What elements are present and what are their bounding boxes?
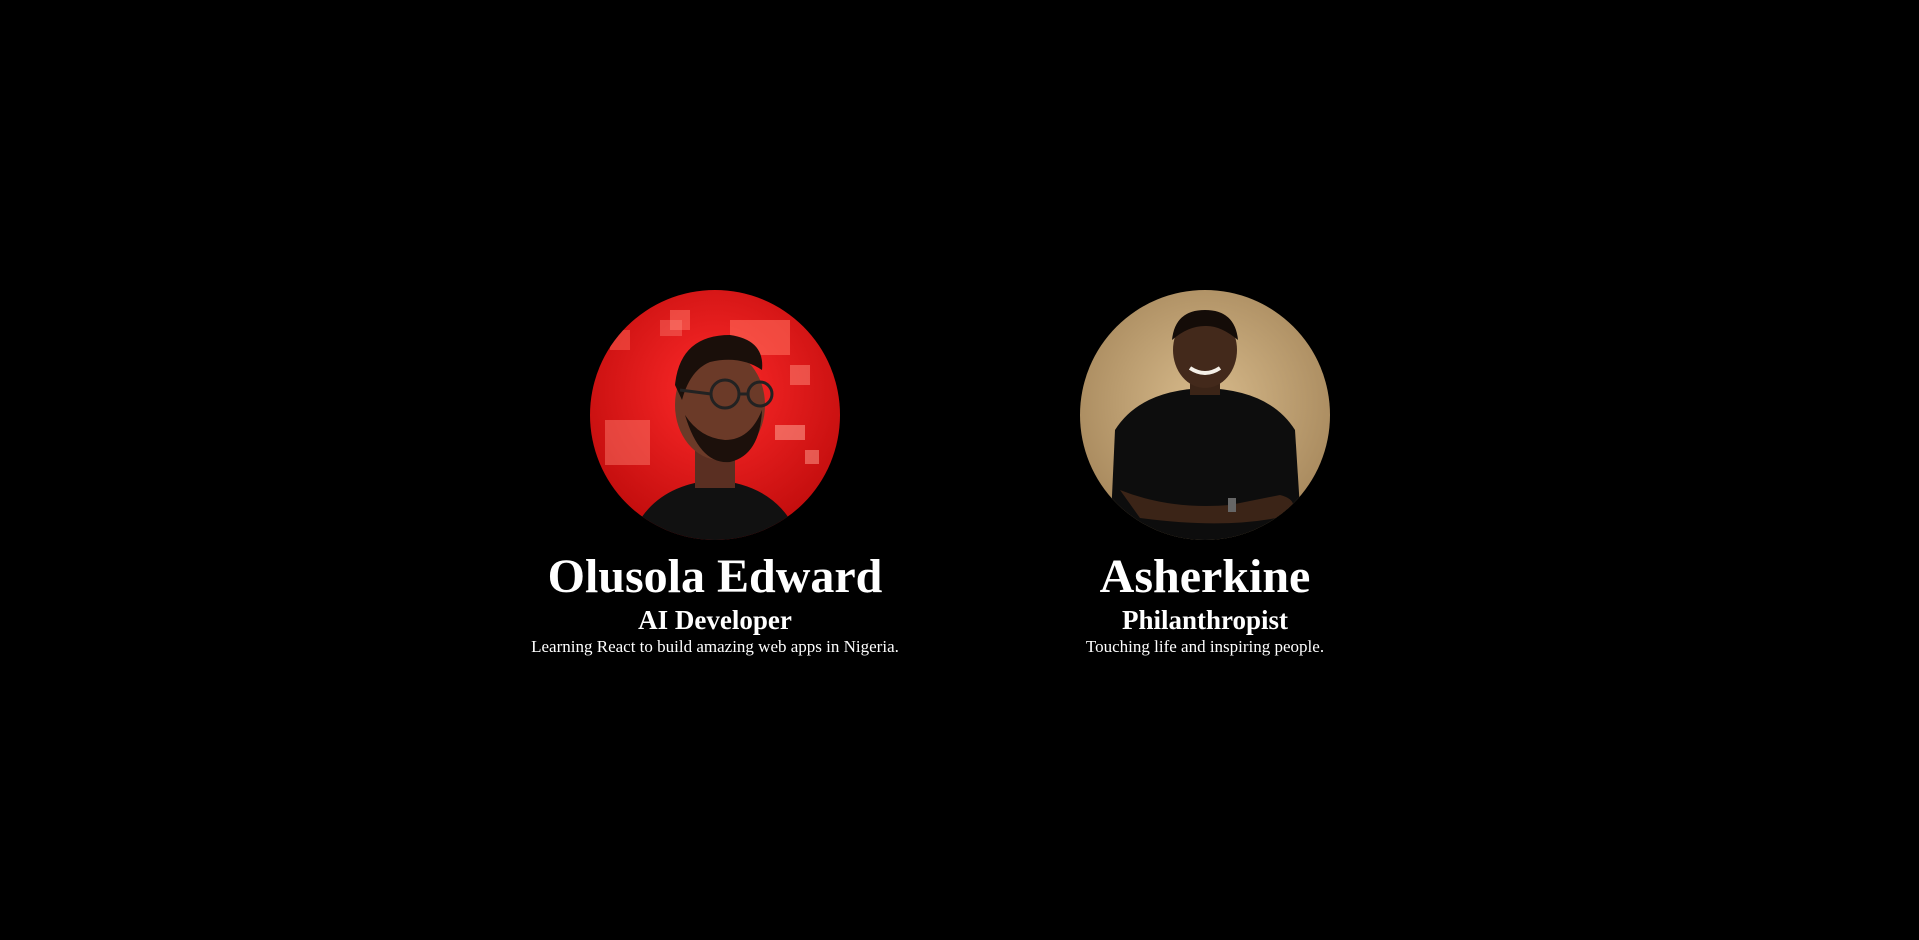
profile-bio: Learning React to build amazing web apps…: [531, 637, 899, 656]
avatar: [1080, 290, 1330, 540]
profile-name: Asherkine: [1099, 550, 1311, 603]
person-photo-icon: [590, 290, 840, 540]
profile-card-olusola: Olusola Edward AI Developer Learning Rea…: [505, 290, 925, 658]
person-photo-icon: [1080, 290, 1330, 540]
profile-bio: Touching life and inspiring people.: [1085, 637, 1325, 656]
profile-card-asherkine: Asherkine Philanthropist Touching life a…: [995, 290, 1415, 658]
profile-role: AI Developer: [638, 605, 792, 635]
avatar: [590, 290, 840, 540]
profile-role: Philanthropist: [1121, 605, 1289, 635]
profile-name: Olusola Edward: [547, 550, 883, 603]
